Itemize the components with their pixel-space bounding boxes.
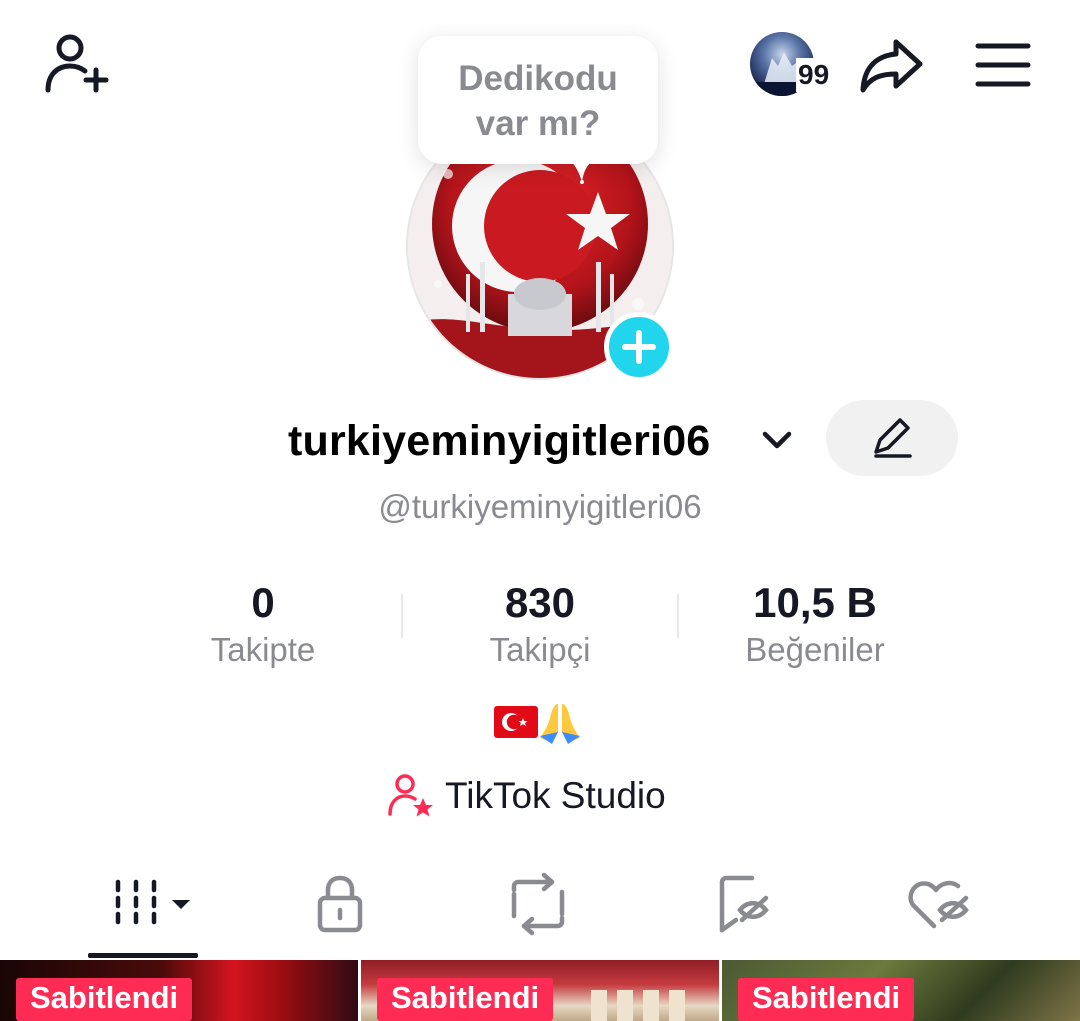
share-button[interactable] [858,34,926,96]
pinned-badge: Sabitlendi [377,978,554,1021]
active-tab-indicator [88,953,198,958]
plus-icon [622,330,656,364]
tab-private[interactable] [280,872,400,936]
pinned-badge: Sabitlendi [16,978,193,1021]
bio: 🇹🇷🙏 [0,700,1080,750]
add-friend-button[interactable] [40,32,112,96]
status-bubble[interactable]: Dedikodu var mı? [418,36,658,164]
grid-icon [115,879,190,925]
praying-hands-icon [540,704,580,744]
account-switch-chevron[interactable] [760,425,794,455]
story-count-badge: 99 [796,58,832,92]
stat-divider [677,594,679,638]
following-label: Takipte [210,631,316,668]
bubble-tail [570,160,594,184]
add-avatar-button[interactable] [604,312,674,382]
tab-reposts[interactable] [478,872,598,936]
likes-count: 10,5 B [753,579,877,626]
bio-emoji-graphic [494,704,580,744]
lock-icon [317,875,363,933]
menu-button[interactable] [972,40,1034,90]
followers-count: 830 [504,579,576,626]
bubble-text: Dedikodu var mı? [458,59,618,143]
favorites-hidden-icon [719,875,769,933]
hamburger-menu-icon [975,43,1031,87]
tab-videos[interactable] [80,872,200,936]
video-thumbnail[interactable]: Sabitlendi [361,960,719,1021]
likes-label: Beğeniler [745,631,885,668]
stat-following[interactable]: 0 Takipte [138,578,388,670]
stat-divider [401,594,403,638]
liked-hidden-icon [908,880,969,929]
edit-profile-button[interactable] [826,400,958,476]
caret-down-icon [172,900,190,909]
chevron-down-icon [762,431,792,449]
share-arrow-icon [860,39,923,93]
username[interactable]: turkiyeminyigitleri06 [288,415,710,467]
pinned-badge: Sabitlendi [738,978,915,1021]
pencil-icon [874,418,912,458]
tiktok-studio-link[interactable]: TikTok Studio [385,770,666,822]
person-plus-icon [45,34,109,93]
stat-followers[interactable]: 830 Takipçi [415,578,665,670]
tab-liked[interactable] [878,872,998,936]
video-thumbnail[interactable]: Sabitlendi [0,960,358,1021]
user-handle: @turkiyeminyigitleri06 [378,488,702,525]
turkey-flag-icon [494,706,538,738]
repost-icon [511,872,565,936]
tiktok-studio-label: TikTok Studio [445,775,666,816]
following-count: 0 [251,579,275,626]
tab-favorites[interactable] [680,872,800,936]
video-thumbnail[interactable]: Sabitlendi [722,960,1080,1021]
followers-label: Takipçi [489,631,591,668]
stat-likes[interactable]: 10,5 B Beğeniler [690,578,940,670]
person-star-icon [388,774,433,817]
